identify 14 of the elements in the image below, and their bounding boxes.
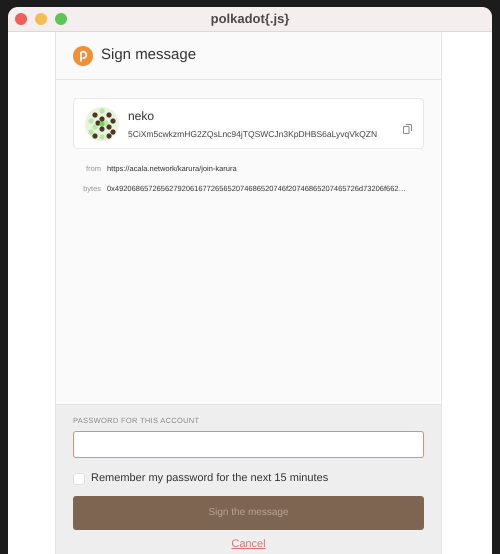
close-button[interactable] xyxy=(15,13,27,25)
password-field[interactable] xyxy=(73,431,424,458)
cancel-link[interactable]: Cancel xyxy=(231,536,266,552)
header-title: Sign message xyxy=(101,45,196,66)
window-title: polkadot{.js} xyxy=(210,10,290,28)
maximize-button[interactable] xyxy=(55,13,67,25)
minimize-button[interactable] xyxy=(35,13,47,25)
remember-label: Remember my password for the next 15 minutes xyxy=(91,471,328,486)
account-address: 5CiXm5cwkzmHG2ZQsLnc94jTQSWCJn3KpDHBS6aLyvqVkQZN xyxy=(128,128,378,140)
identicon-icon xyxy=(85,106,119,140)
copy-icon[interactable] xyxy=(403,124,412,134)
logo-icon xyxy=(73,46,93,66)
remember-checkbox[interactable] xyxy=(73,472,85,484)
account-name: neko xyxy=(128,108,156,125)
